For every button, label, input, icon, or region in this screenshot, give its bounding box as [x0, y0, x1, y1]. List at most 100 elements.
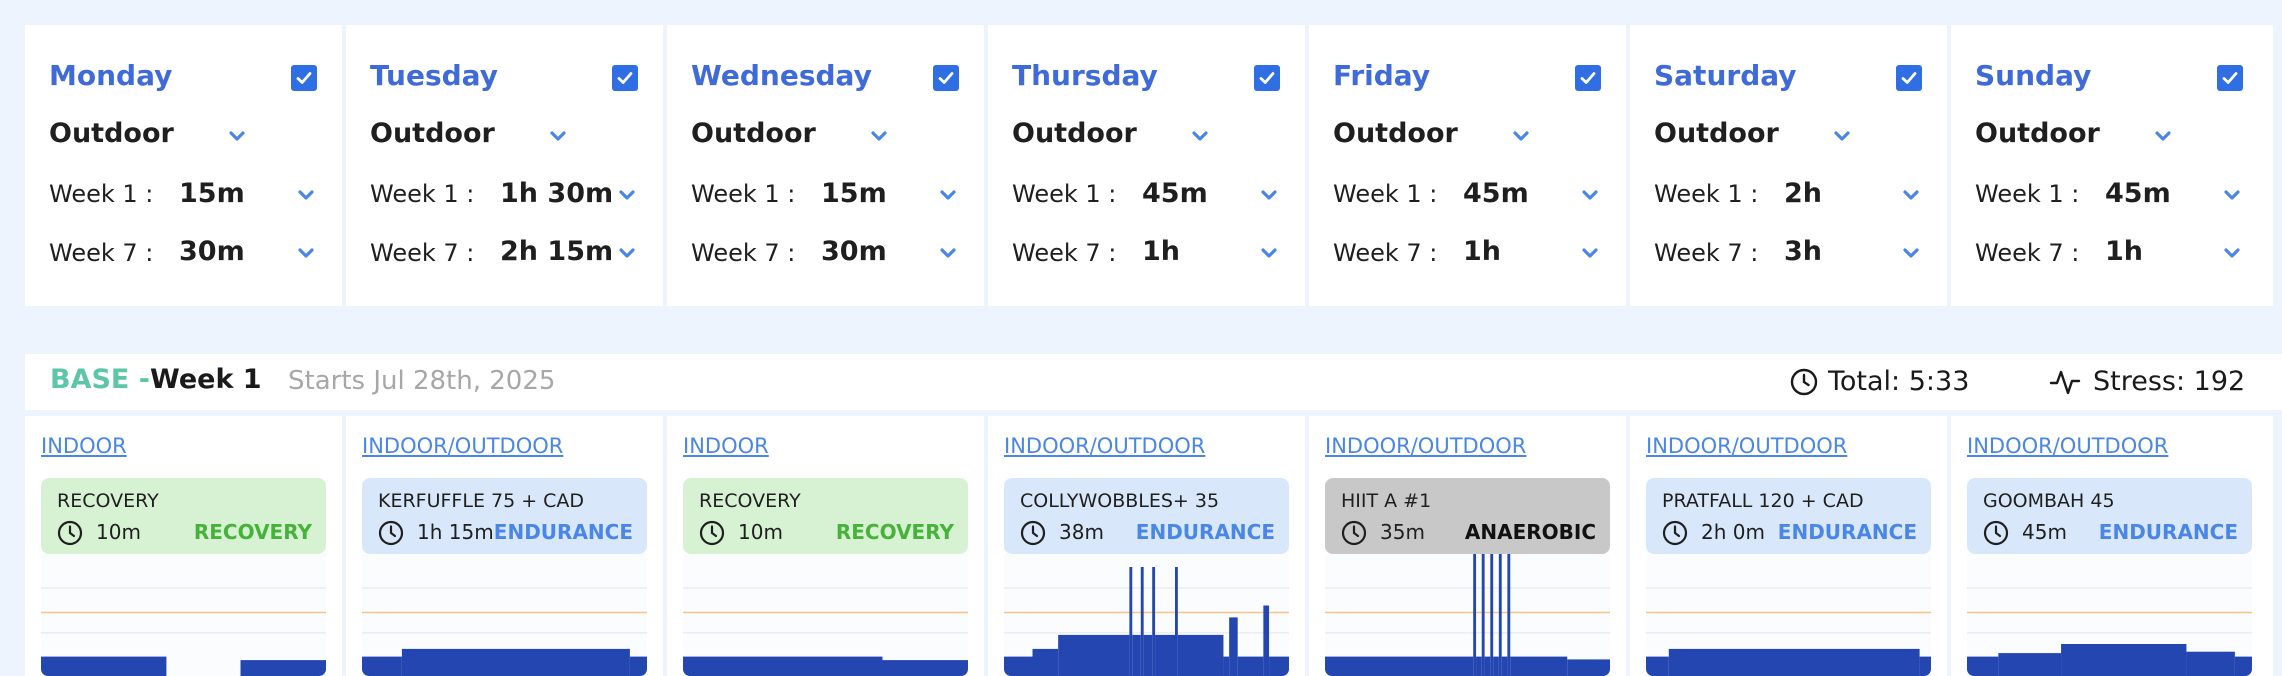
location-select[interactable]: Outdoor [1012, 118, 1137, 149]
week7-chevron-down-icon[interactable] [1903, 248, 1919, 259]
location-chevron-down-icon[interactable] [229, 131, 245, 142]
week7-duration-select[interactable]: 1h [1463, 236, 1501, 267]
week7-duration-select[interactable]: 1h [1142, 236, 1180, 267]
week7-chevron-down-icon[interactable] [940, 248, 956, 259]
week1-chevron-down-icon[interactable] [1582, 190, 1598, 201]
day-checkbox[interactable] [1896, 65, 1922, 91]
week1-chevron-down-icon[interactable] [940, 190, 956, 201]
week7-chevron-down-icon[interactable] [1582, 248, 1598, 259]
week7-chevron-down-icon[interactable] [298, 248, 314, 259]
day-checkbox[interactable] [291, 65, 317, 91]
workout-summary-box[interactable]: HIIT A #1 35m ANAEROBIC [1325, 478, 1610, 554]
workout-location-link[interactable]: INDOOR/OUTDOOR [1325, 434, 1526, 458]
location-chevron-down-icon[interactable] [1192, 131, 1208, 142]
workout-category: ENDURANCE [1777, 520, 1917, 544]
location-select[interactable]: Outdoor [1333, 118, 1458, 149]
location-select[interactable]: Outdoor [691, 118, 816, 149]
workout-location-link[interactable]: INDOOR/OUTDOOR [362, 434, 563, 458]
workout-card[interactable]: INDOOR/OUTDOOR PRATFALL 120 + CAD 2h 0m END… [1630, 416, 1947, 676]
week7-duration-select[interactable]: 3h [1784, 236, 1822, 267]
clock-icon [1790, 368, 1818, 396]
week1-chevron-down-icon[interactable] [619, 190, 635, 201]
workout-card[interactable]: INDOOR/OUTDOOR GOOMBAH 45 45m ENDURANCE [1951, 416, 2273, 676]
workout-location-link[interactable]: INDOOR/OUTDOOR [1004, 434, 1205, 458]
workout-card[interactable]: INDOOR/OUTDOOR KERFUFFLE 75 + CAD 1h 15m EN… [346, 416, 663, 676]
workout-category: RECOVERY [835, 520, 954, 544]
clock-icon [378, 520, 404, 546]
workout-card[interactable]: INDOOR RECOVERY 10m RECOVERY [667, 416, 984, 676]
profile-segment [1967, 656, 1999, 676]
week7-duration-select[interactable]: 30m [821, 236, 887, 267]
profile-segment [1058, 634, 1130, 676]
pulse-icon [2049, 370, 2081, 395]
week1-duration-select[interactable]: 15m [821, 178, 887, 209]
workout-summary-box[interactable]: PRATFALL 120 + CAD 2h 0m ENDURANCE [1646, 478, 1931, 554]
week1-label: Week 1 : [370, 180, 475, 208]
location-select[interactable]: Outdoor [1654, 118, 1779, 149]
profile-segment [1481, 554, 1485, 676]
workout-summary-box[interactable]: RECOVERY 10m RECOVERY [683, 478, 968, 554]
day-card-tuesday: Tuesday Outdoor Week 1 : 1h 30m Week 7 : 2h 1… [346, 25, 663, 306]
clock-icon [699, 520, 725, 546]
location-chevron-down-icon[interactable] [1834, 131, 1850, 142]
workout-duration: 38m [1059, 520, 1104, 544]
profile-segment [1269, 656, 1289, 676]
day-checkbox[interactable] [1254, 65, 1280, 91]
location-chevron-down-icon[interactable] [1513, 131, 1529, 142]
workout-location-link[interactable]: INDOOR [41, 434, 127, 458]
workout-location-link[interactable]: INDOOR/OUTDOOR [1967, 434, 2168, 458]
location-select[interactable]: Outdoor [370, 118, 495, 149]
week1-duration-select[interactable]: 45m [2105, 178, 2171, 209]
week1-chevron-down-icon[interactable] [1261, 190, 1277, 201]
clock-icon [57, 520, 83, 546]
week7-duration-select[interactable]: 30m [179, 236, 245, 267]
workout-profile-chart [1967, 554, 2252, 676]
workout-location-link[interactable]: INDOOR [683, 434, 769, 458]
location-select[interactable]: Outdoor [1975, 118, 2100, 149]
day-card-friday: Friday Outdoor Week 1 : 45m Week 7 : 1h [1309, 25, 1626, 306]
day-card-monday: Monday Outdoor Week 1 : 15m Week 7 : 30m [25, 25, 342, 306]
workout-name: PRATFALL 120 + CAD [1662, 490, 1864, 512]
workout-summary-box[interactable]: COLLYWOBBLES+ 35 38m ENDURANCE [1004, 478, 1289, 554]
location-chevron-down-icon[interactable] [871, 131, 887, 142]
week7-duration-select[interactable]: 2h 15m [500, 236, 613, 267]
checkmark-icon [1901, 72, 1917, 84]
workout-profile-chart [41, 554, 326, 676]
profile-segment [1152, 567, 1156, 676]
workout-card[interactable]: INDOOR RECOVERY 10m RECOVERY [25, 416, 342, 676]
week1-chevron-down-icon[interactable] [1903, 190, 1919, 201]
day-checkbox[interactable] [933, 65, 959, 91]
week1-chevron-down-icon[interactable] [2224, 190, 2240, 201]
profile-segment [240, 660, 326, 676]
clock-icon [1341, 520, 1367, 546]
day-checkbox[interactable] [2217, 65, 2243, 91]
week7-duration-select[interactable]: 1h [2105, 236, 2143, 267]
workout-card[interactable]: INDOOR/OUTDOOR HIIT A #1 35m ANAEROBIC [1309, 416, 1626, 676]
location-chevron-down-icon[interactable] [2155, 131, 2171, 142]
workout-location-link[interactable]: INDOOR/OUTDOOR [1646, 434, 1847, 458]
workout-summary-box[interactable]: GOOMBAH 45 45m ENDURANCE [1967, 478, 2252, 554]
clock-icon [1020, 520, 1046, 546]
day-checkbox[interactable] [612, 65, 638, 91]
location-chevron-down-icon[interactable] [550, 131, 566, 142]
week7-chevron-down-icon[interactable] [619, 248, 635, 259]
phase-label: BASE - [50, 364, 150, 395]
location-select[interactable]: Outdoor [49, 118, 174, 149]
week7-chevron-down-icon[interactable] [1261, 248, 1277, 259]
week1-duration-select[interactable]: 45m [1463, 178, 1529, 209]
day-name: Sunday [1975, 59, 2092, 92]
week-label: Week 1 [150, 364, 262, 395]
week7-chevron-down-icon[interactable] [2224, 248, 2240, 259]
workout-profile-chart [1004, 554, 1289, 676]
week1-chevron-down-icon[interactable] [298, 190, 314, 201]
week1-duration-select[interactable]: 15m [179, 178, 245, 209]
workout-summary-box[interactable]: KERFUFFLE 75 + CAD 1h 15m ENDURANCE [362, 478, 647, 554]
workout-summary-box[interactable]: RECOVERY 10m RECOVERY [41, 478, 326, 554]
start-date: Starts Jul 28th, 2025 [288, 366, 556, 396]
week1-duration-select[interactable]: 2h [1784, 178, 1822, 209]
week1-duration-select[interactable]: 45m [1142, 178, 1208, 209]
week1-duration-select[interactable]: 1h 30m [500, 178, 613, 209]
workout-card[interactable]: INDOOR/OUTDOOR COLLYWOBBLES+ 35 38m ENDURAN… [988, 416, 1305, 676]
day-checkbox[interactable] [1575, 65, 1601, 91]
workout-name: HIIT A #1 [1341, 490, 1432, 512]
